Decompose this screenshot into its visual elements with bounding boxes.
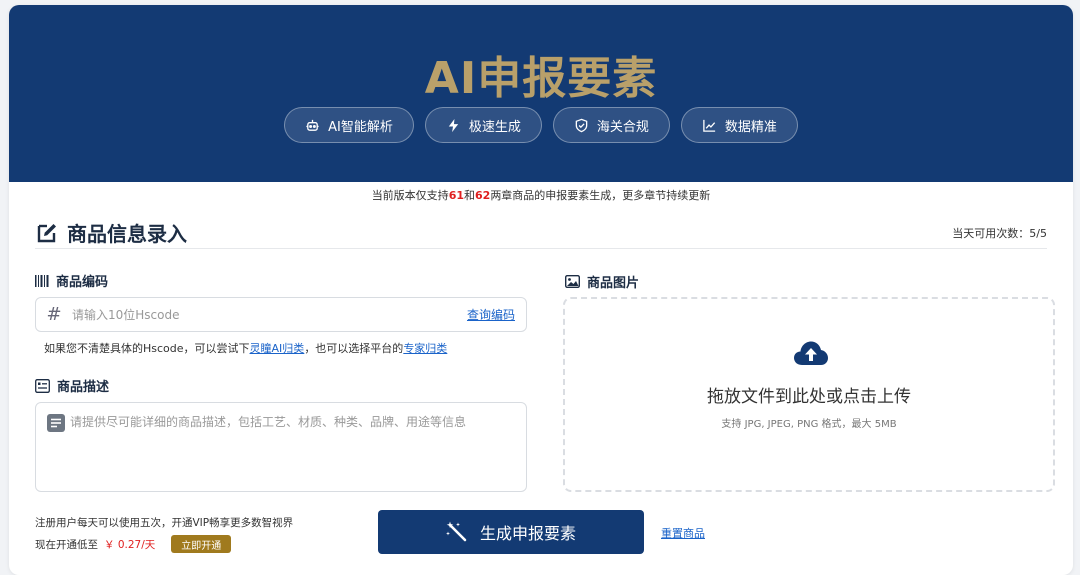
hscode-field: # 查询编码 <box>35 297 527 332</box>
feature-pill-fast: 极速生成 <box>424 107 542 143</box>
robot-icon <box>306 119 319 131</box>
feature-pills: AI智能解析 极速生成 海关合规 数据精准 <box>9 107 1073 143</box>
section-header: 商品信息录入 <box>35 218 187 247</box>
hscode-label: 商品编码 <box>35 271 108 290</box>
query-code-link[interactable]: 查询编码 <box>467 306 515 323</box>
page-title: AI申报要素 <box>424 53 658 104</box>
usage-count: 当天可用次数：5/5 <box>952 227 1047 240</box>
hscode-input[interactable] <box>72 307 467 322</box>
pill-label: 极速生成 <box>468 119 521 135</box>
hash-icon: # <box>46 304 62 325</box>
feature-pill-ai: AI智能解析 <box>284 107 414 143</box>
image-upload-dropzone[interactable]: 拖放文件到此处或点击上传 支持 JPG, JPEG, PNG 格式，最大 5MB <box>563 297 1055 492</box>
hscode-hint: 如果您不清楚具体的Hscode，可以尝试下灵瞳AI归类，也可以选择平台的专家归类 <box>44 342 448 355</box>
divider <box>35 248 1047 249</box>
description-input[interactable] <box>70 413 520 485</box>
upload-text: 拖放文件到此处或点击上传 <box>707 387 911 407</box>
version-notice: 当前版本仅支持61和62两章商品的申报要素生成，更多章节持续更新 <box>371 189 711 202</box>
upload-subtext: 支持 JPG, JPEG, PNG 格式，最大 5MB <box>721 419 897 430</box>
cloud-upload-icon <box>794 341 828 365</box>
expert-classify-link[interactable]: 专家归类 <box>403 342 447 355</box>
description-field <box>35 402 527 492</box>
shield-icon <box>575 118 588 132</box>
magic-wand-icon <box>445 521 467 542</box>
hero-banner: AI申报要素 AI智能解析 极速生成 海关合规 数据精准 <box>9 5 1073 182</box>
edit-icon <box>37 223 56 242</box>
pill-label: 海关合规 <box>596 119 649 135</box>
image-label: 商品图片 <box>565 272 639 291</box>
document-icon <box>47 414 65 432</box>
feature-pill-accuracy: 数据精准 <box>680 107 798 143</box>
price-value: ￥ 0.27/天 <box>104 538 156 551</box>
price-info: 现在开通低至 ￥ 0.27/天 立即开通 <box>35 535 232 553</box>
chart-line-icon <box>703 119 716 132</box>
register-info: 注册用户每天可以使用五次，开通VIP畅享更多数智视界 <box>35 517 294 529</box>
section-title: 商品信息录入 <box>67 222 187 246</box>
barcode-icon <box>35 274 49 287</box>
open-vip-button[interactable]: 立即开通 <box>171 535 232 553</box>
reset-link[interactable]: 重置商品 <box>661 525 705 541</box>
generate-button-label: 生成申报要素 <box>479 524 576 543</box>
generate-button[interactable]: 生成申报要素 <box>378 510 644 554</box>
description-label: 商品描述 <box>35 376 109 395</box>
image-icon <box>565 275 580 288</box>
lightning-icon <box>448 118 459 132</box>
pill-label: 数据精准 <box>724 119 777 135</box>
feature-pill-compliance: 海关合规 <box>552 107 670 143</box>
pill-label: AI智能解析 <box>328 119 393 135</box>
main-card: AI申报要素 AI智能解析 极速生成 海关合规 数据精准 当前版本仅支持61和6… <box>9 5 1073 575</box>
ai-classify-link[interactable]: 灵瞳AI归类 <box>250 342 305 355</box>
list-icon <box>35 378 50 393</box>
